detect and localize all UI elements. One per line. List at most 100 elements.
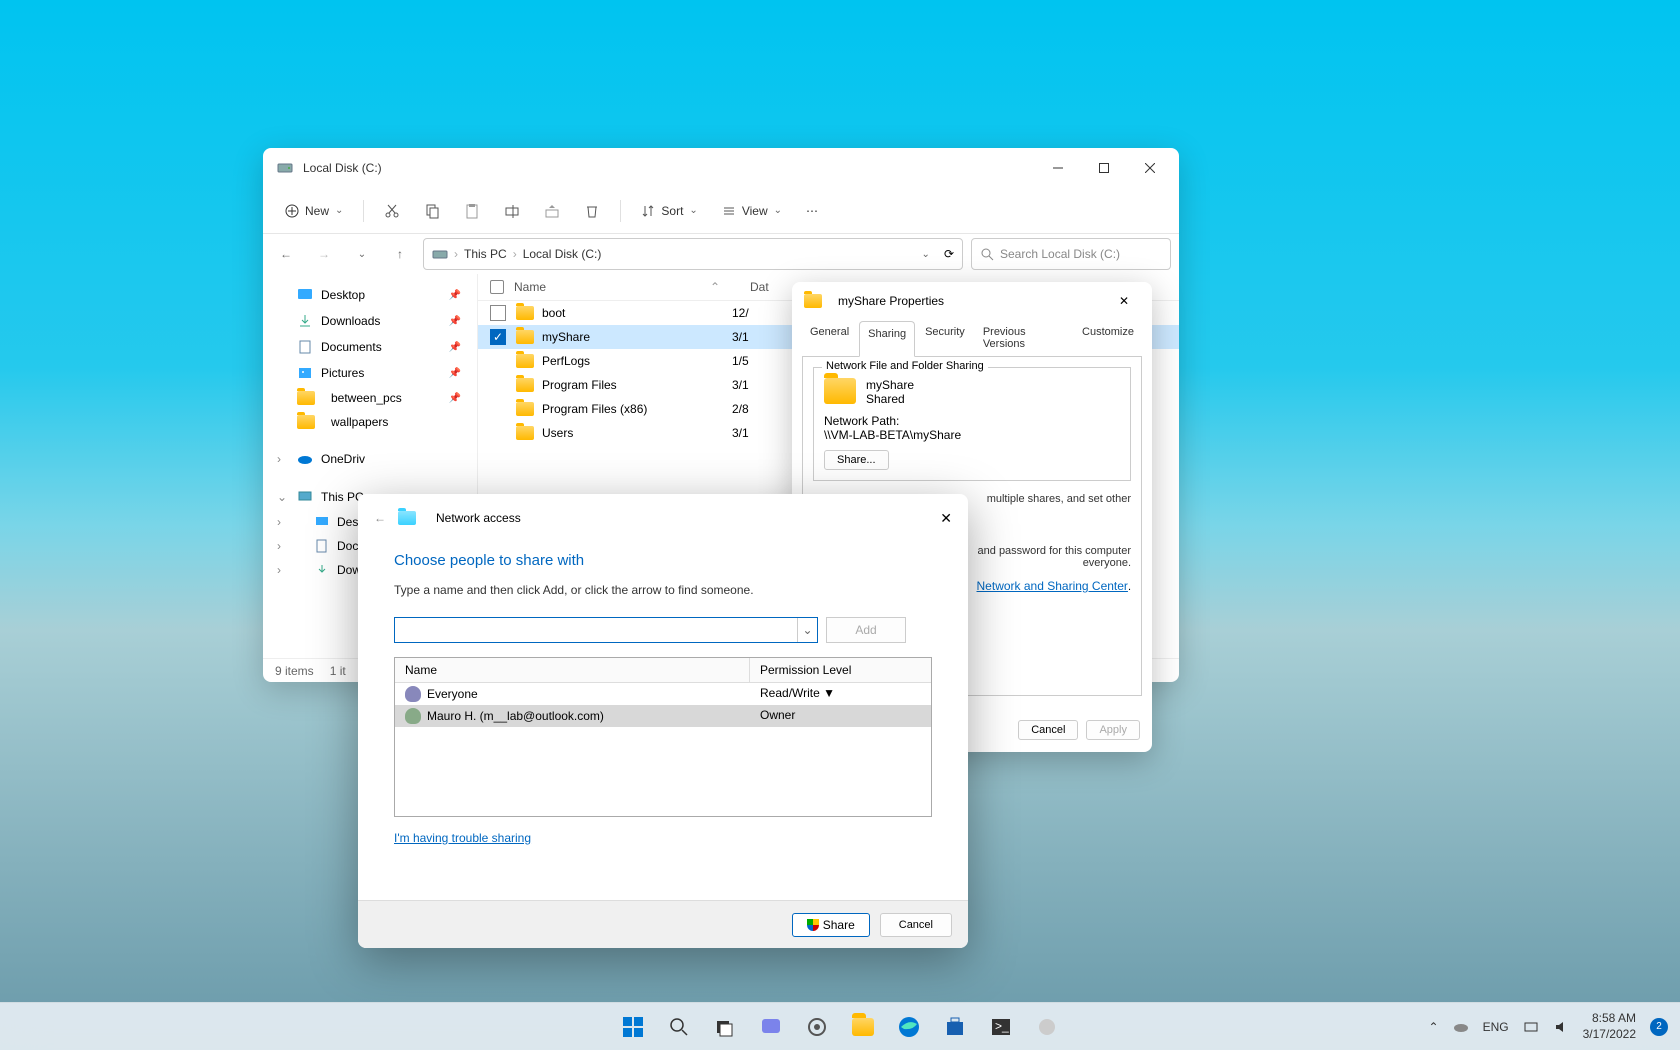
taskbar-store[interactable]	[935, 1007, 975, 1047]
taskbar-app[interactable]	[797, 1007, 837, 1047]
tab-security[interactable]: Security	[917, 320, 973, 356]
new-button[interactable]: New ⌄	[275, 198, 353, 224]
tab-general[interactable]: General	[802, 320, 857, 356]
name-input[interactable]: ⌄	[394, 617, 818, 643]
table-row[interactable]: Mauro H. (m__lab@outlook.com) Owner	[395, 705, 931, 727]
cut-button[interactable]	[374, 197, 410, 225]
language-indicator[interactable]: ENG	[1483, 1020, 1509, 1034]
properties-title: myShare Properties	[838, 294, 944, 308]
back-button[interactable]: ←	[271, 239, 301, 269]
sidebar-item-between-pcs[interactable]: between_pcs📌	[267, 386, 473, 410]
copy-button[interactable]	[414, 197, 450, 225]
up-button[interactable]: ↑	[385, 239, 415, 269]
sidebar-item-documents[interactable]: Documents📌	[267, 334, 473, 360]
cancel-button[interactable]: Cancel	[880, 913, 952, 937]
clock[interactable]: 8:58 AM 3/17/2022	[1583, 1011, 1636, 1042]
properties-titlebar[interactable]: myShare Properties ✕	[792, 282, 1152, 320]
view-button[interactable]: View ⌄	[712, 198, 792, 224]
tab-previous-versions[interactable]: Previous Versions	[975, 320, 1072, 356]
breadcrumb-item[interactable]: This PC	[464, 247, 507, 261]
select-all-checkbox[interactable]	[490, 280, 504, 294]
chevron-down-icon[interactable]: ⌄	[347, 239, 377, 269]
network-icon[interactable]	[1523, 1019, 1539, 1035]
dropdown-icon[interactable]: ▼	[823, 686, 835, 700]
dropdown-button[interactable]: ⌄	[797, 618, 817, 642]
checkbox[interactable]	[490, 305, 506, 321]
chevron-right-icon: ›	[454, 247, 458, 261]
taskbar-edge[interactable]	[889, 1007, 929, 1047]
forward-button[interactable]: →	[309, 239, 339, 269]
chevron-down-icon[interactable]: ⌄	[922, 249, 930, 260]
notification-badge[interactable]: 2	[1650, 1018, 1668, 1036]
sidebar-item-downloads[interactable]: Downloads📌	[267, 308, 473, 334]
folder-icon	[516, 306, 534, 320]
chat-icon	[760, 1016, 782, 1038]
address-row: ← → ⌄ ↑ › This PC › Local Disk (C:) ⌄ ⟳ …	[263, 234, 1179, 274]
sidebar-item-desktop[interactable]: Desktop📌	[267, 282, 473, 308]
breadcrumb-item[interactable]: Local Disk (C:)	[523, 247, 602, 261]
minimize-button[interactable]	[1035, 148, 1081, 188]
sort-icon	[641, 204, 655, 218]
rename-button[interactable]	[494, 197, 530, 225]
dialog-header: ← Network access ✕	[358, 494, 968, 542]
onedrive-tray-icon[interactable]	[1453, 1019, 1469, 1035]
column-date: Dat	[750, 280, 769, 294]
taskbar-terminal[interactable]: >_	[981, 1007, 1021, 1047]
tab-customize[interactable]: Customize	[1074, 320, 1142, 356]
drive-icon	[432, 246, 448, 262]
folder-icon	[804, 294, 822, 308]
taskview-button[interactable]	[705, 1007, 745, 1047]
close-button[interactable]: ✕	[940, 510, 952, 527]
share-button[interactable]	[534, 197, 570, 225]
help-link[interactable]: I'm having trouble sharing	[394, 831, 531, 845]
add-button[interactable]: Add	[826, 617, 906, 643]
close-button[interactable]	[1127, 148, 1173, 188]
tray-chevron-icon[interactable]: ⌃	[1429, 1020, 1439, 1034]
table-row[interactable]: Everyone Read/Write ▼	[395, 683, 931, 705]
permission-value[interactable]: Read/Write	[760, 686, 820, 700]
folder-icon	[297, 415, 315, 429]
trash-icon	[584, 203, 600, 219]
sort-button[interactable]: Sort ⌄	[631, 198, 707, 224]
tab-sharing[interactable]: Sharing	[859, 321, 915, 357]
taskbar-app[interactable]	[751, 1007, 791, 1047]
titlebar[interactable]: Local Disk (C:)	[263, 148, 1179, 188]
taskbar-explorer[interactable]	[843, 1007, 883, 1047]
delete-button[interactable]	[574, 197, 610, 225]
network-sharing-center-link[interactable]: Network and Sharing Center	[977, 579, 1128, 593]
back-button[interactable]: ←	[374, 511, 386, 525]
cancel-button[interactable]: Cancel	[1018, 720, 1078, 740]
permission-value: Owner	[750, 705, 805, 727]
sort-indicator-icon: ⌃	[710, 280, 720, 294]
search-input[interactable]: Search Local Disk (C:)	[971, 238, 1171, 270]
folder-name: myShare	[866, 378, 914, 392]
maximize-button[interactable]	[1081, 148, 1127, 188]
new-label: New	[305, 204, 329, 218]
apply-button[interactable]: Apply	[1086, 720, 1140, 740]
share-button[interactable]: Share	[792, 913, 870, 937]
folder-icon	[852, 1018, 874, 1036]
share-button[interactable]: Share...	[824, 450, 889, 470]
status-selected: 1 it	[330, 664, 346, 678]
search-button[interactable]	[659, 1007, 699, 1047]
refresh-button[interactable]: ⟳	[944, 247, 954, 261]
sidebar-item-pictures[interactable]: Pictures📌	[267, 360, 473, 386]
checkbox[interactable]: ✓	[490, 329, 506, 345]
address-bar[interactable]: › This PC › Local Disk (C:) ⌄ ⟳	[423, 238, 963, 270]
paste-button[interactable]	[454, 197, 490, 225]
sidebar-item-onedrive[interactable]: OneDriv	[267, 446, 473, 472]
sidebar-item-wallpapers[interactable]: wallpapers	[267, 410, 473, 434]
more-button[interactable]: ⋯	[796, 198, 828, 224]
onedrive-icon	[297, 451, 313, 467]
desktop-icon	[315, 515, 329, 529]
pin-icon: 📌	[449, 368, 461, 379]
pin-icon: 📌	[449, 316, 461, 327]
volume-icon[interactable]	[1553, 1019, 1569, 1035]
view-icon	[722, 204, 736, 218]
close-button[interactable]: ✕	[1108, 294, 1140, 308]
column-name[interactable]: Name	[395, 658, 750, 682]
column-permission[interactable]: Permission Level	[750, 658, 861, 682]
instruction: Type a name and then click Add, or click…	[394, 583, 932, 597]
taskbar-app[interactable]	[1027, 1007, 1067, 1047]
start-button[interactable]	[613, 1007, 653, 1047]
